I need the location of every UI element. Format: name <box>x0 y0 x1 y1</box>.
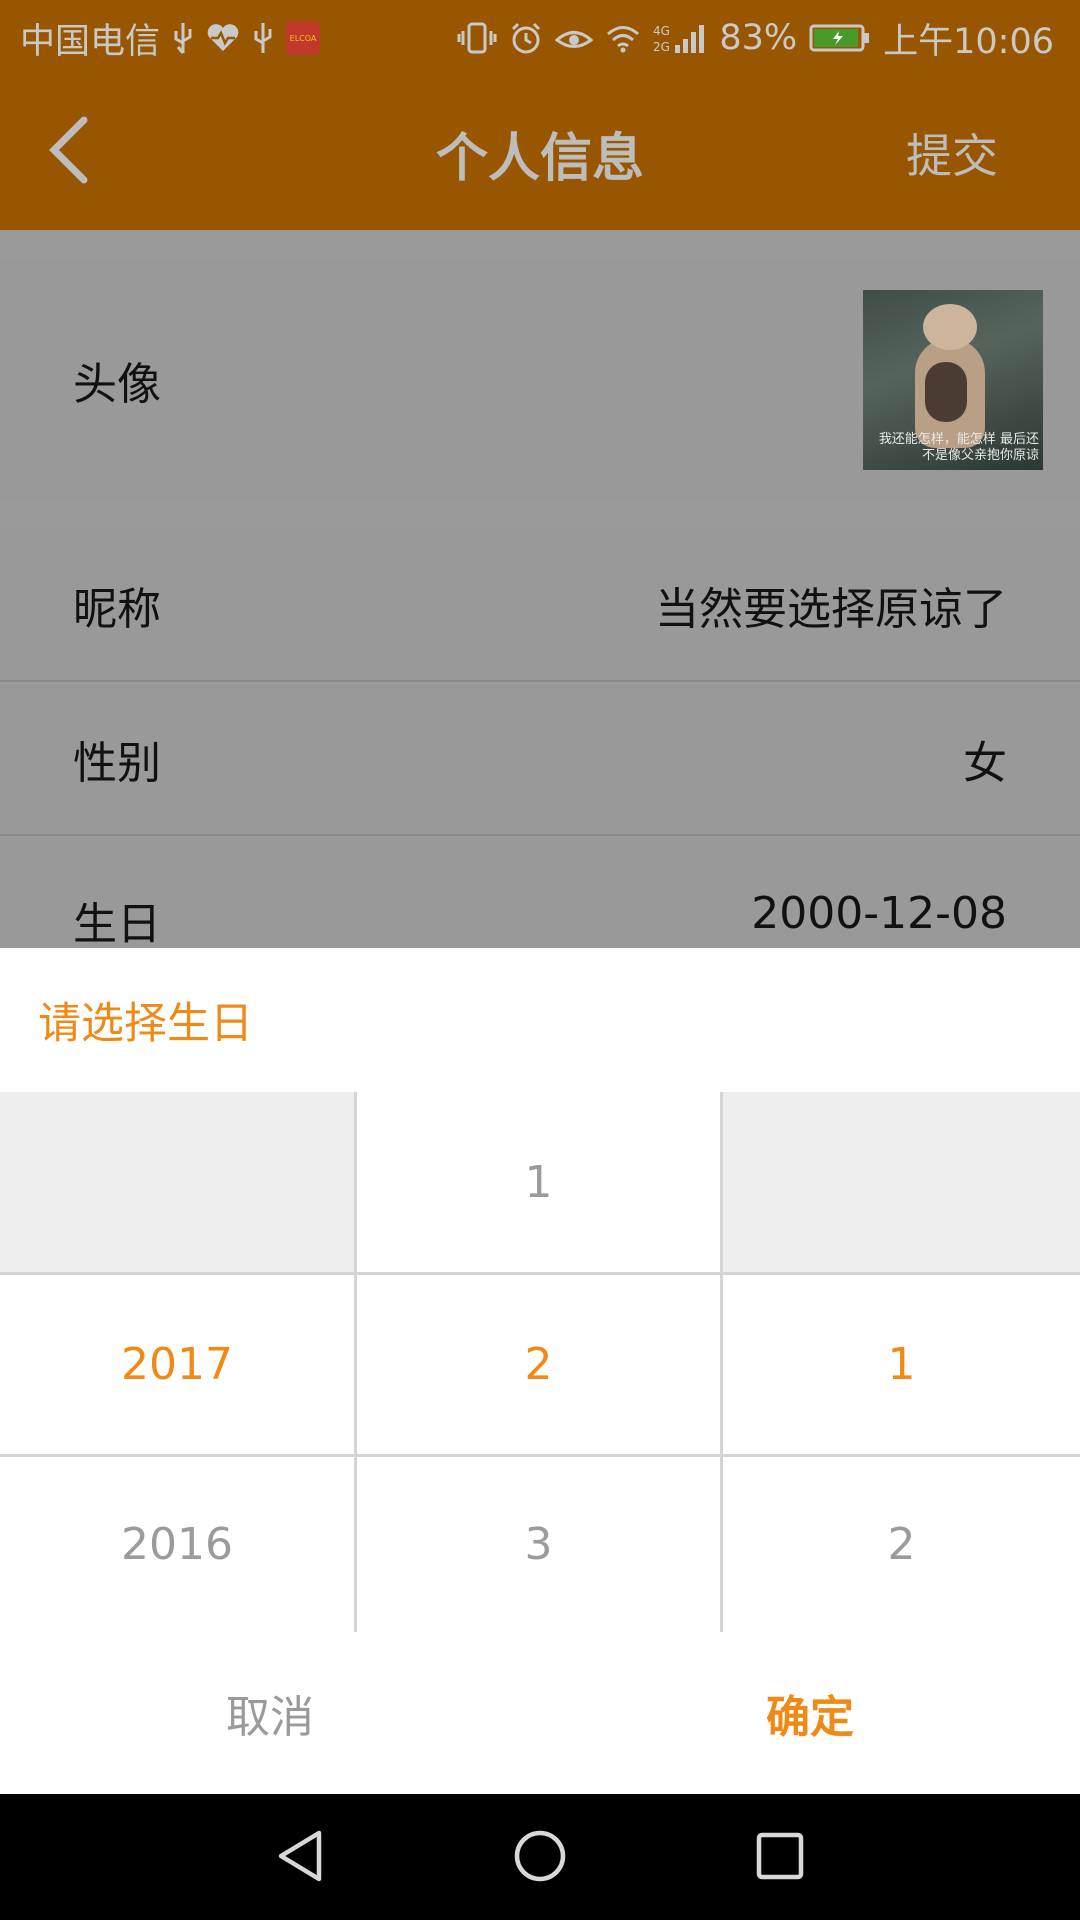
month-option-selected[interactable]: 2 <box>357 1274 720 1455</box>
day-wheel[interactable]: 1 2 <box>723 1092 1080 1632</box>
nav-home-button[interactable] <box>498 1816 582 1900</box>
birthday-label: 生日 <box>73 899 161 950</box>
year-option-below[interactable]: 2016 <box>0 1456 354 1632</box>
month-option-below[interactable]: 3 <box>357 1456 720 1632</box>
day-option-selected[interactable]: 1 <box>723 1274 1080 1455</box>
nickname-label: 昵称 <box>73 584 161 635</box>
nav-back-button[interactable] <box>258 1816 342 1900</box>
cancel-button[interactable]: 取消 <box>0 1632 540 1794</box>
avatar-row[interactable]: 头像 我还能怎样，能怎样 最后还不是像父亲抱你原谅 <box>0 260 1080 500</box>
carrier-name: 中国电信 <box>20 21 161 62</box>
avatar-kitten <box>925 362 967 422</box>
avatar-caption: 我还能怎样，能怎样 最后还不是像父亲抱你原谅 <box>878 432 1039 463</box>
app-notification-icon: ELCOA <box>286 21 321 55</box>
cellular-signal-icon: 4G 2G <box>653 18 707 58</box>
circle-home-icon <box>512 1828 568 1888</box>
eye-comfort-icon <box>555 18 594 58</box>
status-bar: 中国电信 ELCOA 4G 2G 83% 上午10:06 <box>0 0 1080 76</box>
battery-percent: 83% <box>719 18 798 58</box>
year-option-selected[interactable]: 2017 <box>0 1274 354 1455</box>
heart-rate-icon <box>206 18 240 58</box>
svg-text:4G: 4G <box>653 24 670 38</box>
wifi-icon <box>605 18 641 58</box>
avatar-label: 头像 <box>73 359 161 410</box>
month-wheel[interactable]: 1 2 3 <box>357 1092 723 1632</box>
year-option-above[interactable] <box>0 1092 354 1273</box>
system-nav-bar <box>0 1794 1080 1920</box>
avatar[interactable]: 我还能怎样，能怎样 最后还不是像父亲抱你原谅 <box>863 290 1043 470</box>
triangle-back-icon <box>275 1829 325 1887</box>
status-bar-right: 4G 2G 83% 上午10:06 <box>457 13 1054 64</box>
nickname-value: 当然要选择原谅了 <box>655 584 1007 635</box>
usb-icon <box>172 18 194 58</box>
square-recents-icon <box>755 1831 805 1885</box>
nickname-row[interactable]: 昵称 当然要选择原谅了 <box>0 530 1080 682</box>
nav-recents-button[interactable] <box>738 1816 822 1900</box>
submit-button[interactable]: 提交 <box>906 76 998 230</box>
picker-title: 请选择生日 <box>38 999 253 1049</box>
alarm-icon <box>509 18 543 58</box>
usb-debug-icon <box>252 18 274 58</box>
vibrate-icon <box>457 18 497 58</box>
selection-divider-bottom <box>0 1454 1080 1457</box>
gender-row[interactable]: 性别 女 <box>0 684 1080 836</box>
year-wheel[interactable]: 2017 2016 <box>0 1092 357 1632</box>
gender-label: 性别 <box>73 738 161 789</box>
month-option-above[interactable]: 1 <box>357 1092 720 1273</box>
avatar-cat-head <box>923 304 977 350</box>
day-option-above[interactable] <box>723 1092 1080 1273</box>
birthday-picker-sheet: 请选择生日 2017 2016 1 2 3 1 2 取消 确定 <box>0 948 1080 1794</box>
screen: 中国电信 ELCOA 4G 2G 83% 上午10:06 个人信息 提交 头像 … <box>0 0 1080 1920</box>
status-bar-left: 中国电信 ELCOA <box>20 13 321 64</box>
confirm-button[interactable]: 确定 <box>540 1632 1080 1794</box>
picker-actions: 取消 确定 <box>0 1632 1080 1794</box>
svg-text:2G: 2G <box>653 40 670 54</box>
title-bar: 个人信息 提交 <box>0 76 1080 230</box>
date-wheel-picker: 2017 2016 1 2 3 1 2 <box>0 1092 1080 1632</box>
day-option-below[interactable]: 2 <box>723 1456 1080 1632</box>
birthday-value: 2000-12-08 <box>751 888 1007 939</box>
gender-value: 女 <box>963 738 1007 789</box>
battery-charging-icon <box>809 18 871 58</box>
clock: 上午10:06 <box>883 21 1054 62</box>
selection-divider-top <box>0 1272 1080 1275</box>
